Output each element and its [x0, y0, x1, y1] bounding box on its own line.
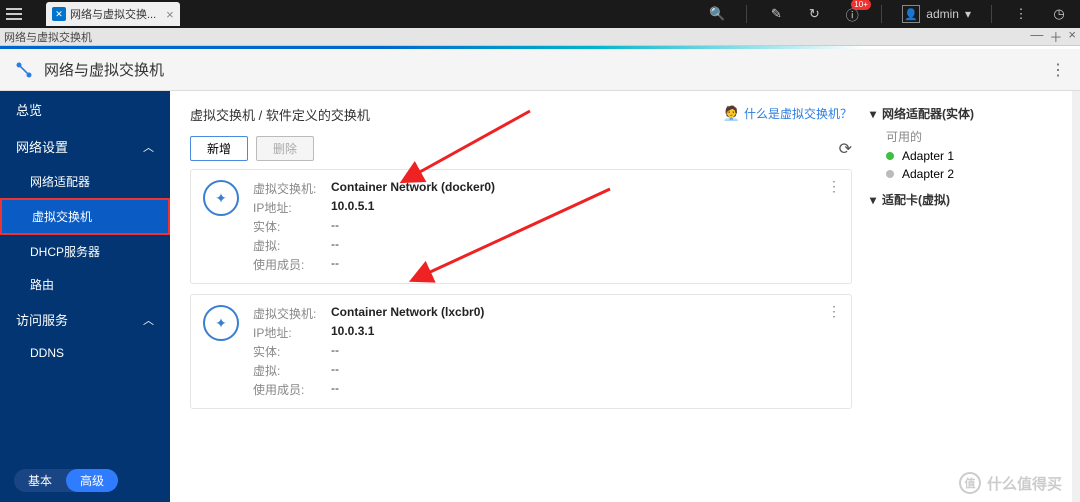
sidebar-label: 虚拟交换机 — [32, 210, 92, 224]
value-name: Container Network (lxcbr0) — [331, 305, 484, 322]
rp-adapter-item[interactable]: Adapter 1 — [870, 149, 1060, 163]
app-more-icon[interactable]: ⋮ — [1050, 60, 1066, 80]
tab-title: 网络与虚拟交换... — [70, 6, 156, 22]
vswitch-card[interactable]: ✦ 虚拟交换机:Container Network (docker0) IP地址… — [190, 169, 852, 284]
chevron-down-icon: ▾ — [965, 7, 971, 21]
minimize-button[interactable]: — — [1030, 27, 1043, 46]
value-virtual: -- — [331, 362, 484, 379]
value-name: Container Network (docker0) — [331, 180, 495, 197]
separator — [746, 5, 747, 23]
app-logo-icon — [14, 60, 34, 80]
search-icon[interactable]: 🔍 — [708, 6, 726, 22]
value-virtual: -- — [331, 237, 495, 254]
sidebar-label: DDNS — [30, 346, 64, 360]
vswitch-icon: ✦ — [203, 305, 239, 341]
watermark: 值 什么值得买 — [959, 472, 1062, 494]
sidebar-item-network-settings[interactable]: 网络设置 ︿ — [0, 128, 170, 165]
breadcrumb: 虚拟交换机 / 软件定义的交换机 — [190, 108, 370, 123]
sidebar-label: 网络适配器 — [30, 175, 90, 189]
browser-tab[interactable]: ✕ 网络与虚拟交换... × — [46, 2, 180, 26]
separator — [991, 5, 992, 23]
status-dot-offline — [886, 170, 894, 178]
seg-basic[interactable]: 基本 — [14, 469, 66, 492]
rp-nic-head[interactable]: ▾适配卡(虚拟) — [870, 191, 1060, 208]
user-icon: 👤 — [902, 5, 920, 23]
help-text: 什么是虚拟交换机？ — [744, 105, 852, 122]
scrollbar[interactable] — [1072, 91, 1080, 502]
value-entity: -- — [331, 218, 495, 235]
label-members: 使用成员: — [253, 381, 331, 398]
adapter-name: Adapter 2 — [902, 167, 954, 181]
menu-button[interactable] — [0, 0, 28, 28]
sidebar-label: 路由 — [30, 278, 54, 292]
new-button[interactable]: 新增 — [190, 136, 248, 161]
delete-button[interactable]: 删除 — [256, 136, 314, 161]
sidebar-label: 总览 — [16, 100, 42, 119]
sidebar-item-overview[interactable]: 总览 — [0, 91, 170, 128]
label-ip: IP地址: — [253, 199, 331, 216]
info-icon[interactable]: ⓘ10+ — [843, 5, 861, 24]
sidebar-label: DHCP服务器 — [30, 245, 100, 259]
sidebar-label: 访问服务 — [16, 310, 68, 329]
sidebar-label: 网络设置 — [16, 137, 68, 156]
rp-adapter-head[interactable]: ▾网络适配器(实体) — [870, 105, 1060, 122]
label-ip: IP地址: — [253, 324, 331, 341]
adapter-name: Adapter 1 — [902, 149, 954, 163]
value-entity: -- — [331, 343, 484, 360]
dashboard-icon[interactable]: ◷ — [1050, 6, 1068, 22]
watermark-text: 什么值得买 — [987, 473, 1062, 494]
close-icon[interactable]: × — [166, 7, 174, 22]
sidebar-item-virtual-switch[interactable]: 虚拟交换机 — [0, 198, 170, 235]
refresh-icon[interactable]: ⟳ — [839, 139, 852, 159]
label-entity: 实体: — [253, 343, 331, 360]
right-panel: ▾网络适配器(实体) 可用的 Adapter 1 Adapter 2 ▾适配卡(… — [870, 105, 1060, 488]
value-members: -- — [331, 381, 484, 398]
status-dot-online — [886, 152, 894, 160]
vswitch-icon: ✦ — [203, 180, 239, 216]
chevron-down-icon: ▾ — [870, 193, 876, 207]
card-more-icon[interactable]: ⋮ — [827, 178, 841, 195]
sync-icon[interactable]: ↻ — [805, 6, 823, 22]
close-button[interactable]: × — [1068, 27, 1076, 46]
label-virtual: 虚拟: — [253, 362, 331, 379]
window-title: 网络与虚拟交换机 — [4, 29, 92, 45]
vswitch-card[interactable]: ✦ 虚拟交换机:Container Network (lxcbr0) IP地址:… — [190, 294, 852, 409]
mode-toggle[interactable]: 基本 高级 — [14, 469, 118, 492]
user-name: admin — [926, 7, 959, 21]
sidebar-item-dhcp[interactable]: DHCP服务器 — [0, 235, 170, 268]
label-entity: 实体: — [253, 218, 331, 235]
rp-adapter-item[interactable]: Adapter 2 — [870, 167, 1060, 181]
value-ip: 10.0.3.1 — [331, 324, 484, 341]
app-title: 网络与虚拟交换机 — [44, 59, 164, 80]
sidebar-item-ddns[interactable]: DDNS — [0, 338, 170, 368]
rp-available: 可用的 — [870, 128, 1060, 145]
app-tab-icon: ✕ — [52, 7, 66, 21]
label-vswitch: 虚拟交换机: — [253, 180, 331, 197]
watermark-badge: 值 — [959, 472, 981, 494]
chevron-up-icon: ︿ — [143, 312, 154, 328]
value-ip: 10.0.5.1 — [331, 199, 495, 216]
sidebar-item-adapters[interactable]: 网络适配器 — [0, 165, 170, 198]
sidebar: 总览 网络设置 ︿ 网络适配器 虚拟交换机 DHCP服务器 路由 访问服务 ︿ DD… — [0, 91, 170, 502]
sidebar-item-route[interactable]: 路由 — [0, 268, 170, 301]
chevron-down-icon: ▾ — [870, 107, 876, 121]
label-vswitch: 虚拟交换机: — [253, 305, 331, 322]
sidebar-item-access-service[interactable]: 访问服务 ︿ — [0, 301, 170, 338]
label-virtual: 虚拟: — [253, 237, 331, 254]
notification-badge: 10+ — [851, 0, 871, 10]
seg-advanced[interactable]: 高级 — [66, 469, 118, 492]
tasks-icon[interactable]: ✎ — [767, 6, 785, 22]
chevron-up-icon: ︿ — [143, 139, 154, 155]
more-icon[interactable]: ⋮ — [1012, 6, 1030, 22]
hamburger-icon — [6, 13, 22, 15]
user-menu[interactable]: 👤 admin ▾ — [902, 5, 971, 23]
separator — [881, 5, 882, 23]
help-link[interactable]: 🧑‍💼 什么是虚拟交换机？ — [723, 105, 852, 122]
card-more-icon[interactable]: ⋮ — [827, 303, 841, 320]
maximize-button[interactable]: ＋ — [1049, 27, 1062, 46]
value-members: -- — [331, 256, 495, 273]
help-icon: 🧑‍💼 — [723, 105, 740, 122]
label-members: 使用成员: — [253, 256, 331, 273]
